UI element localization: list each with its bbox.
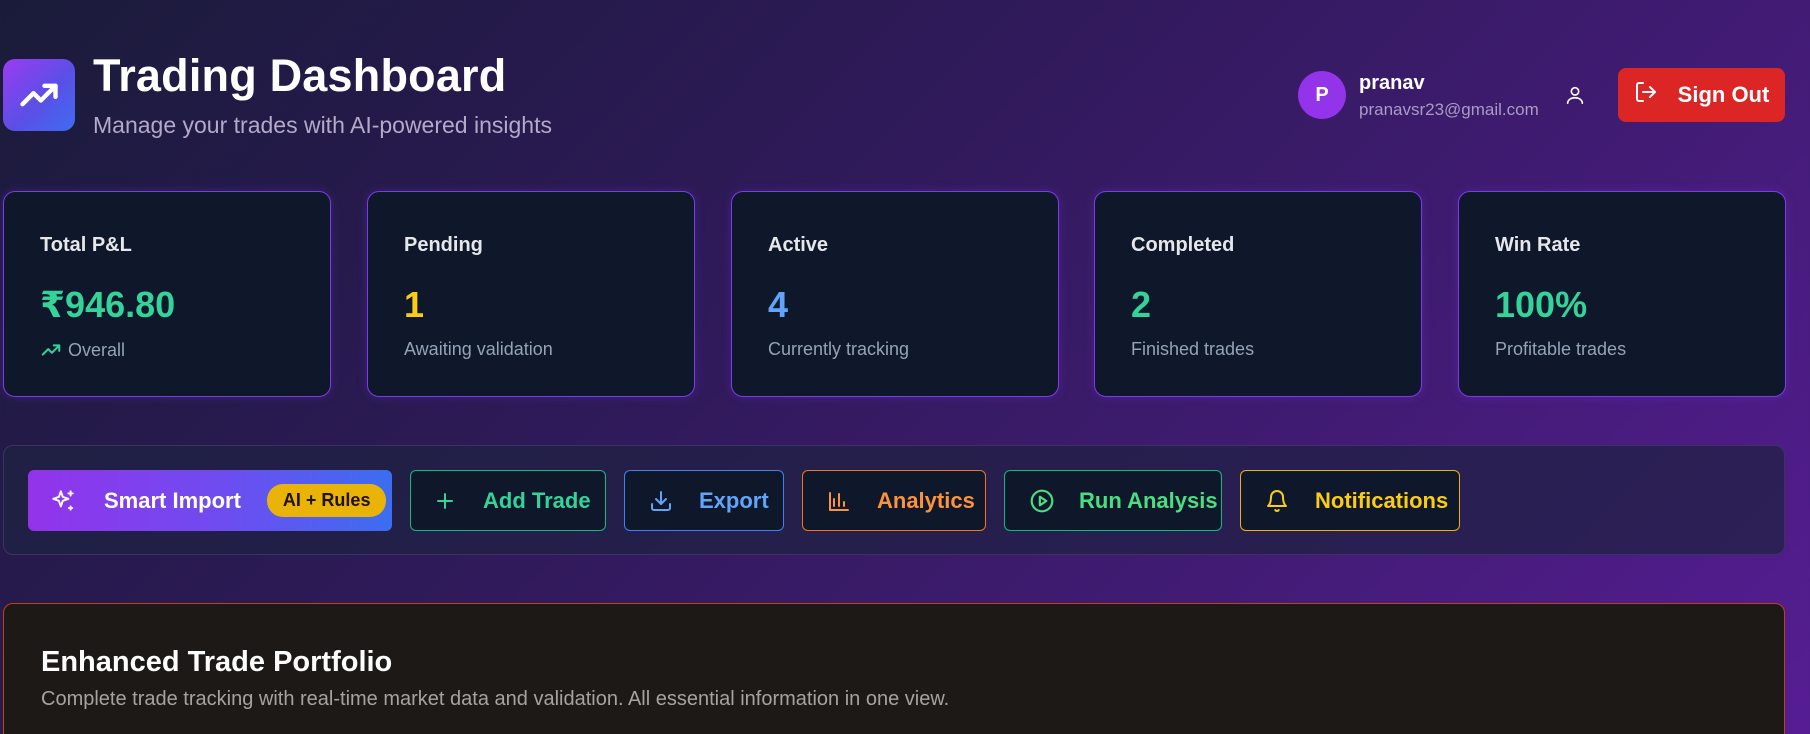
run-analysis-button[interactable]: Run Analysis bbox=[1004, 470, 1222, 531]
log-out-icon bbox=[1634, 80, 1658, 110]
stat-label: Active bbox=[768, 234, 829, 256]
stat-card-total-pnl: Total P&L ₹946.80 Overall bbox=[3, 191, 331, 397]
stat-value: 1 bbox=[404, 284, 425, 325]
smart-import-label: Smart Import bbox=[104, 487, 241, 513]
stat-label: Total P&L bbox=[40, 234, 132, 256]
analytics-button[interactable]: Analytics bbox=[802, 470, 986, 531]
user-name: pranav bbox=[1359, 72, 1425, 94]
stat-sub-text: Overall bbox=[68, 339, 126, 360]
portfolio-panel: Enhanced Trade Portfolio Complete trade … bbox=[3, 603, 1785, 734]
run-analysis-label: Run Analysis bbox=[1079, 487, 1218, 513]
stat-sub: Profitable trades bbox=[1495, 339, 1627, 359]
stat-value: 2 bbox=[1131, 284, 1152, 325]
trending-up-icon bbox=[41, 344, 61, 356]
stat-sub: Overall bbox=[40, 339, 125, 361]
stat-value: 4 bbox=[768, 284, 789, 325]
stat-card-active: Active 4 Currently tracking bbox=[731, 191, 1059, 397]
stat-value: 100% bbox=[1495, 284, 1588, 325]
sparkles-icon bbox=[50, 488, 76, 514]
portfolio-title: Enhanced Trade Portfolio bbox=[41, 646, 393, 678]
download-icon bbox=[649, 489, 673, 513]
analytics-label: Analytics bbox=[877, 487, 975, 513]
stat-label: Completed bbox=[1131, 234, 1235, 256]
export-button[interactable]: Export bbox=[624, 470, 784, 531]
stat-label: Win Rate bbox=[1495, 234, 1581, 256]
stat-sub: Finished trades bbox=[1131, 339, 1255, 359]
bell-icon bbox=[1265, 489, 1289, 513]
stat-label: Pending bbox=[404, 234, 483, 256]
stat-card-completed: Completed 2 Finished trades bbox=[1094, 191, 1422, 397]
smart-import-button[interactable]: Smart Import AI + Rules bbox=[28, 470, 392, 531]
user-email: pranavsr23@gmail.com bbox=[1359, 100, 1539, 119]
avatar[interactable]: P bbox=[1298, 71, 1346, 119]
page-subtitle: Manage your trades with AI-powered insig… bbox=[93, 112, 552, 138]
stat-value: ₹946.80 bbox=[40, 284, 176, 325]
trending-up-icon bbox=[20, 83, 58, 107]
notifications-label: Notifications bbox=[1315, 487, 1449, 513]
page-title: Trading Dashboard bbox=[93, 50, 507, 101]
add-trade-label: Add Trade bbox=[483, 487, 591, 513]
sign-out-button[interactable]: Sign Out bbox=[1618, 68, 1785, 122]
add-trade-button[interactable]: Add Trade bbox=[410, 470, 606, 531]
play-circle-icon bbox=[1029, 488, 1055, 514]
stat-card-pending: Pending 1 Awaiting validation bbox=[367, 191, 695, 397]
stat-sub: Awaiting validation bbox=[404, 339, 553, 359]
logo bbox=[3, 59, 75, 131]
portfolio-description: Complete trade tracking with real-time m… bbox=[41, 688, 950, 710]
user-icon[interactable] bbox=[1562, 82, 1588, 108]
ai-rules-badge: AI + Rules bbox=[266, 484, 387, 517]
sign-out-label: Sign Out bbox=[1677, 82, 1770, 107]
plus-icon bbox=[433, 489, 457, 513]
stat-sub: Currently tracking bbox=[768, 339, 910, 359]
stat-card-win-rate: Win Rate 100% Profitable trades bbox=[1458, 191, 1786, 397]
bar-chart-icon bbox=[827, 489, 851, 513]
export-label: Export bbox=[699, 487, 769, 513]
notifications-button[interactable]: Notifications bbox=[1240, 470, 1460, 531]
